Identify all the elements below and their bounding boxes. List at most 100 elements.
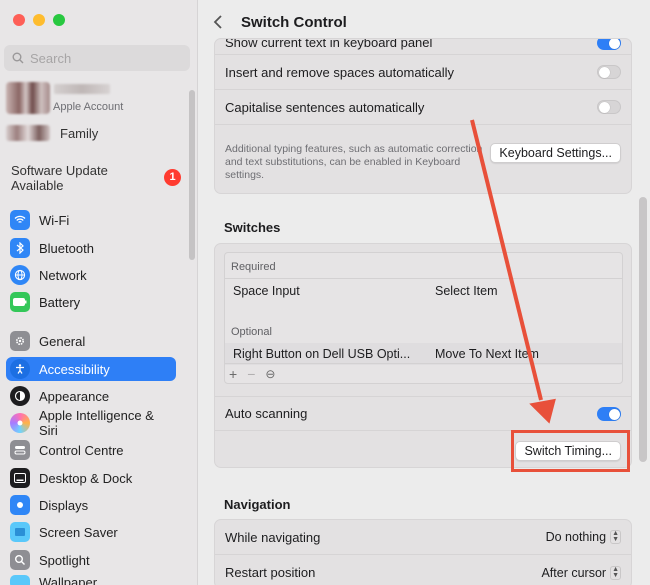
keyboard-settings-note: Additional typing features, such as auto… — [225, 143, 483, 181]
content-scrollbar[interactable] — [639, 197, 647, 462]
show-current-text-row: Show current text in keyboard panel — [215, 39, 631, 55]
accessibility-icon — [10, 359, 30, 379]
sidebar-item-label: Spotlight — [39, 552, 90, 568]
switch-name-cell: Right Button on Dell USB Opti... — [233, 347, 411, 361]
insert-spaces-label: Insert and remove spaces automatically — [225, 64, 455, 80]
auto-scanning-row: Auto scanning — [215, 396, 631, 431]
insert-spaces-toggle[interactable] — [597, 65, 621, 79]
content-pane: Switch Control Show current text in keyb… — [199, 0, 650, 585]
close-window-button[interactable] — [13, 14, 25, 26]
restart-position-label: Restart position — [225, 565, 316, 580]
sidebar-item-desktop-dock[interactable]: Desktop & Dock — [6, 466, 176, 490]
remove-switch-button[interactable]: − — [247, 366, 255, 382]
sidebar-item-label: Bluetooth — [39, 240, 94, 256]
appearance-icon — [10, 386, 30, 406]
capitalise-row: Capitalise sentences automatically — [215, 90, 631, 125]
sidebar-item-control-centre[interactable]: Control Centre — [6, 438, 176, 462]
more-options-button[interactable]: ⊖ — [265, 367, 275, 381]
navigation-heading: Navigation — [224, 497, 291, 512]
apple-account-label: Apple Account — [53, 101, 124, 113]
update-badge: 1 — [164, 169, 181, 186]
bluetooth-icon — [10, 238, 30, 258]
globe-icon — [10, 265, 30, 285]
search-placeholder: Search — [30, 50, 72, 66]
screensaver-icon — [10, 522, 30, 542]
popup-chevron-icon: ▲ ▼ — [610, 565, 621, 580]
sidebar-item-spotlight[interactable]: Spotlight — [6, 548, 176, 572]
sidebar-item-bluetooth[interactable]: Bluetooth — [6, 236, 176, 260]
required-label: Required — [231, 261, 276, 273]
while-navigating-row: While navigating Do nothing ▲ ▼ — [215, 520, 631, 555]
while-navigating-popup[interactable]: Do nothing ▲ ▼ — [546, 530, 621, 544]
show-current-text-toggle[interactable] — [597, 39, 621, 50]
switch-name-cell: Space Input — [233, 284, 300, 298]
keyboard-note-row: Additional typing features, such as auto… — [215, 125, 631, 187]
optional-label: Optional — [231, 326, 272, 338]
sidebar-item-apple-intelligence[interactable]: Apple Intelligence & Siri — [6, 408, 176, 438]
insert-spaces-row: Insert and remove spaces automatically — [215, 55, 631, 90]
sidebar-scrollbar[interactable] — [189, 90, 195, 260]
siri-icon — [10, 413, 30, 433]
add-switch-button[interactable]: + — [229, 366, 237, 382]
battery-icon — [10, 292, 30, 312]
search-icon — [12, 52, 24, 64]
switch-action-cell: Move To Next Item — [435, 347, 539, 361]
popup-chevron-icon: ▲ ▼ — [610, 530, 621, 544]
sidebar-item-label: Appearance — [39, 388, 110, 404]
sidebar-item-appearance[interactable]: Appearance — [6, 384, 176, 408]
sidebar-item-wallpaper[interactable]: Wallpaper — [6, 575, 176, 585]
window-controls — [13, 14, 65, 26]
while-navigating-value: Do nothing — [545, 530, 607, 544]
capitalise-toggle[interactable] — [597, 100, 621, 114]
keyboard-settings-button[interactable]: Keyboard Settings... — [490, 143, 621, 163]
sidebar-item-label: General — [39, 333, 86, 349]
account-name-redacted — [54, 84, 110, 94]
auto-scanning-toggle[interactable] — [597, 406, 621, 421]
sidebar-item-displays[interactable]: Displays — [6, 493, 176, 517]
table-row[interactable]: Right Button on Dell USB Opti... Move To… — [225, 343, 622, 365]
typing-options-panel: Show current text in keyboard panel Inse… — [214, 38, 632, 194]
annotation-highlight-box — [511, 430, 630, 472]
restart-position-row: Restart position After cursor ▲ ▼ — [215, 555, 631, 585]
sidebar-item-accessibility[interactable]: Accessibility — [6, 357, 176, 381]
sidebar-item-label: Desktop & Dock — [39, 470, 133, 486]
table-toolbar: + − ⊖ — [225, 363, 622, 383]
apple-account-item[interactable]: Apple Account — [6, 82, 186, 118]
family-label: Family — [60, 125, 99, 141]
sidebar-item-general[interactable]: General — [6, 329, 176, 353]
family-item[interactable]: Family — [6, 125, 98, 141]
page-title: Switch Control — [241, 14, 347, 31]
avatar — [6, 82, 50, 114]
sidebar-item-label: Network — [39, 267, 87, 283]
restart-position-value: After cursor — [541, 565, 607, 580]
search-input[interactable]: Search — [4, 45, 190, 71]
sidebar-item-label: Accessibility — [39, 361, 110, 377]
spotlight-icon — [10, 550, 30, 570]
sidebar-item-wifi[interactable]: Wi-Fi — [6, 208, 176, 232]
dock-icon — [10, 468, 30, 488]
control-centre-icon — [10, 440, 30, 460]
sidebar-item-network[interactable]: Network — [6, 263, 176, 287]
back-chevron-icon[interactable] — [213, 14, 223, 35]
gear-icon — [10, 331, 30, 351]
sidebar-item-label: Control Centre — [39, 442, 124, 458]
software-update-label: Software Update Available — [11, 163, 108, 193]
capitalise-label: Capitalise sentences automatically — [225, 99, 425, 115]
restart-position-popup[interactable]: After cursor ▲ ▼ — [541, 565, 621, 580]
minimize-window-button[interactable] — [33, 14, 45, 26]
sidebar-item-label: Apple Intelligence & Siri — [38, 408, 154, 438]
sidebar-item-battery[interactable]: Battery — [6, 290, 176, 314]
sidebar-item-label: Wallpaper — [39, 575, 98, 585]
switches-table: Required Space Input Select Item Optiona… — [224, 252, 623, 384]
sidebar-item-label: Wi-Fi — [39, 212, 70, 228]
display-icon — [10, 495, 30, 515]
software-update-item[interactable]: Software Update Available 1 — [11, 163, 181, 193]
auto-scanning-label: Auto scanning — [225, 406, 308, 421]
zoom-window-button[interactable] — [53, 14, 65, 26]
wifi-icon — [10, 210, 30, 230]
sidebar: Search Apple Account Family Software Upd… — [0, 0, 198, 585]
family-avatars — [6, 125, 50, 141]
sidebar-item-screen-saver[interactable]: Screen Saver — [6, 520, 176, 544]
sidebar-item-label: Battery — [39, 294, 81, 310]
table-row[interactable]: Space Input Select Item — [225, 278, 622, 302]
